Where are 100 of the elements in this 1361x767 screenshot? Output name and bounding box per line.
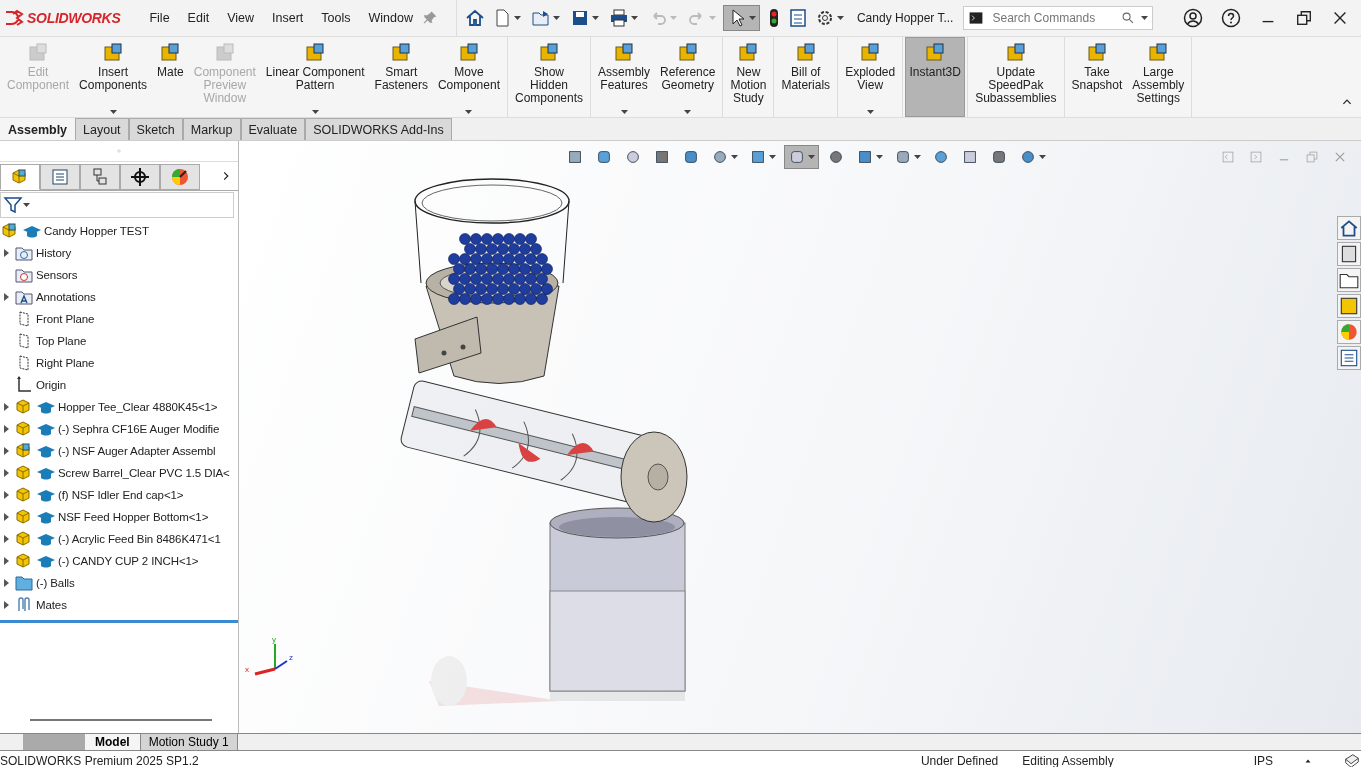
tree-item[interactable]: Candy Hopper TEST <box>44 225 149 237</box>
search-input[interactable]: Search Commands <box>990 10 1116 26</box>
caret-icon[interactable] <box>620 110 628 114</box>
folder-icon[interactable] <box>14 573 34 593</box>
command-tab[interactable]: Layout <box>75 118 129 140</box>
ribbon-button[interactable]: Take Snapshot <box>1066 37 1128 117</box>
pin-icon[interactable] <box>421 10 438 26</box>
tree-item[interactable]: Sensors <box>36 269 78 281</box>
tree-item[interactable]: NSF Feed Hopper Bottom<1> <box>58 511 209 523</box>
caret-icon[interactable] <box>808 155 815 159</box>
list-icon[interactable] <box>787 8 808 28</box>
caret-icon[interactable] <box>311 110 319 114</box>
expand-arrow-icon[interactable] <box>3 403 9 411</box>
tree-item[interactable]: Screw Barrel_Clear PVC 1.5 DIA< <box>58 467 230 479</box>
tile-left-icon[interactable] <box>1221 150 1235 164</box>
ribbon-button[interactable]: Mate <box>152 37 189 117</box>
tree-item[interactable]: Front Plane <box>36 313 95 325</box>
grip-icon[interactable] <box>115 147 123 155</box>
ribbon-button[interactable]: Insert Components <box>74 37 153 117</box>
appearance-icon[interactable] <box>170 167 190 187</box>
expand-arrow-icon[interactable] <box>3 469 9 477</box>
tree-item[interactable]: Annotations <box>36 291 96 303</box>
tree-item[interactable]: (-) Acrylic Feed Bin 8486K471<1 <box>58 533 221 545</box>
folder-icon[interactable] <box>1337 268 1361 292</box>
property-list-icon[interactable] <box>50 167 70 187</box>
ribbon-button[interactable]: Assembly Features <box>593 37 656 117</box>
caret-icon[interactable] <box>1141 16 1149 20</box>
ribbon-button[interactable]: Smart Fasteners <box>369 37 433 117</box>
menu-item[interactable]: Tools <box>312 7 360 29</box>
menu-item[interactable]: Edit <box>178 7 219 29</box>
terminal-icon[interactable] <box>968 10 985 26</box>
search-field[interactable]: Search Commands <box>963 6 1154 30</box>
ribbon-button[interactable]: Update SpeedPak Subassemblies <box>970 37 1062 117</box>
select-button[interactable] <box>722 5 760 31</box>
expand-arrow-icon[interactable] <box>3 601 9 609</box>
caret-icon[interactable] <box>465 110 473 114</box>
tree-item[interactable]: Origin <box>36 379 67 391</box>
tree-item[interactable]: (-) Balls <box>36 577 75 589</box>
restore-icon[interactable] <box>1295 9 1313 27</box>
caret-icon[interactable] <box>748 16 756 20</box>
ribbon-button[interactable]: New Motion Study <box>725 37 772 117</box>
caret-icon[interactable] <box>513 16 521 20</box>
tree-item[interactable]: Mates <box>36 599 67 611</box>
caret-icon[interactable] <box>914 155 921 159</box>
ribbon-button[interactable]: Move Component <box>432 37 505 117</box>
ribbon-button[interactable]: Bill of Materials <box>776 37 836 117</box>
user-icon[interactable] <box>1183 8 1203 28</box>
caret-icon[interactable] <box>1039 155 1046 159</box>
command-tab[interactable]: Markup <box>182 118 241 140</box>
crosshair-icon[interactable] <box>130 167 150 187</box>
expand-arrow-icon[interactable] <box>3 579 9 587</box>
caret-icon[interactable] <box>684 110 692 114</box>
caret-icon[interactable] <box>591 16 599 20</box>
caret-icon[interactable] <box>552 16 560 20</box>
home-icon[interactable] <box>464 8 485 28</box>
ribbon-button[interactable]: Linear Component Pattern <box>260 37 370 117</box>
print-icon[interactable] <box>608 8 629 28</box>
expand-arrow-icon[interactable] <box>3 491 9 499</box>
menu-item[interactable]: View <box>218 7 264 29</box>
tile-right-icon[interactable] <box>1249 150 1263 164</box>
caret-icon[interactable] <box>731 155 738 159</box>
expand-arrow-icon[interactable] <box>3 535 9 543</box>
command-tab[interactable]: SOLIDWORKS Add-Ins <box>305 118 452 140</box>
home-icon[interactable] <box>1337 216 1361 240</box>
tree-item[interactable]: (-) Sephra CF16E Auger Modifie <box>58 423 220 435</box>
expand-arrow-icon[interactable] <box>3 513 9 521</box>
caret-icon[interactable] <box>769 155 776 159</box>
command-tab[interactable]: Sketch <box>128 118 183 140</box>
caret-icon[interactable] <box>836 16 844 20</box>
ribbon-button[interactable]: Show Hidden Components <box>509 37 588 117</box>
menu-item[interactable]: Window <box>359 7 422 29</box>
caret-icon[interactable] <box>630 16 638 20</box>
help-icon[interactable] <box>1221 8 1241 28</box>
tree-item[interactable]: (-) NSF Auger Adapter Assembl <box>58 445 216 457</box>
tree-item[interactable]: Top Plane <box>36 335 87 347</box>
tree-item[interactable]: Hopper Tee_Clear 4880K45<1> <box>58 401 218 413</box>
expand-arrow-icon[interactable] <box>3 249 9 257</box>
configuration-icon[interactable] <box>90 167 110 187</box>
tree-item[interactable]: (-) CANDY CUP 2 INCH<1> <box>58 555 199 567</box>
panel-tab[interactable] <box>120 164 160 190</box>
caret-icon[interactable] <box>23 203 30 207</box>
expand-arrow-icon[interactable] <box>3 557 9 565</box>
caret-icon[interactable] <box>876 155 883 159</box>
tree-item[interactable]: History <box>36 247 72 259</box>
origin-icon[interactable] <box>14 375 34 395</box>
filter-field[interactable] <box>0 192 234 218</box>
ribbon-button[interactable]: Instant3D <box>905 37 966 117</box>
rebuild-icon[interactable] <box>1343 751 1361 767</box>
ribbon-button[interactable]: Large Assembly Settings <box>1127 37 1190 117</box>
tree-item[interactable]: (f) NSF Idler End cap<1> <box>58 489 184 501</box>
list-icon[interactable] <box>1337 346 1361 370</box>
caret-icon[interactable] <box>866 110 874 114</box>
command-tab[interactable]: Evaluate <box>240 118 306 140</box>
expand-arrow-icon[interactable] <box>3 293 9 301</box>
tree-item[interactable]: Right Plane <box>36 357 95 369</box>
command-tab[interactable]: Assembly <box>0 118 76 140</box>
model-tab[interactable]: Motion Study 1 <box>140 734 238 750</box>
filter-icon[interactable] <box>3 195 23 215</box>
expand-arrow-icon[interactable] <box>3 447 9 455</box>
menu-item[interactable]: File <box>140 7 179 29</box>
